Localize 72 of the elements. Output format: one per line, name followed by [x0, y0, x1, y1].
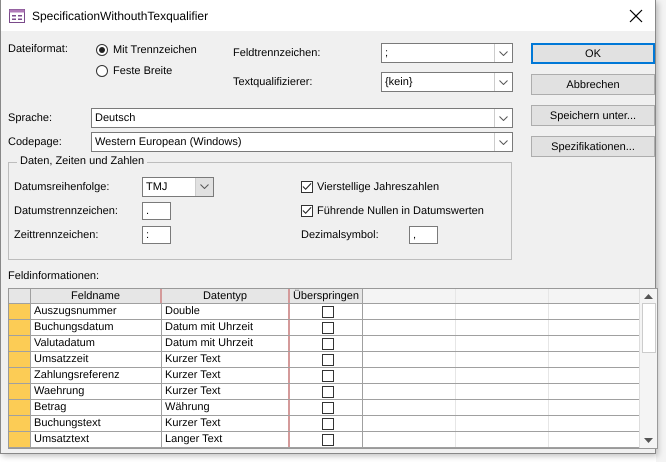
- close-icon[interactable]: [629, 8, 643, 22]
- skip-checkbox[interactable]: [322, 322, 334, 334]
- table-cell: Währung: [162, 400, 290, 415]
- dialog-button[interactable]: Abbrechen: [531, 74, 655, 95]
- field-delimiter-dropdown[interactable]: ;: [381, 43, 513, 63]
- chevron-down-icon[interactable]: [499, 140, 508, 144]
- file-format-label: Dateiformat:: [8, 43, 69, 55]
- table-cell: Valutadatum: [31, 336, 162, 351]
- text-qualifier-dropdown[interactable]: {kein}: [381, 72, 513, 92]
- checkbox-label: Führende Nullen in Datumswerten: [317, 204, 484, 216]
- skip-checkbox[interactable]: [322, 402, 334, 414]
- table-cell: Double: [162, 304, 290, 319]
- field-delimiter-label: Feldtrennzeichen:: [233, 47, 322, 59]
- table-cell: Buchungsdatum: [31, 320, 162, 335]
- skip-checkbox[interactable]: [322, 354, 334, 366]
- table-cell: Umsatzzeit: [31, 352, 162, 367]
- language-label: Sprache:: [8, 112, 54, 124]
- column-header[interactable]: Feldname: [31, 289, 162, 303]
- table-cell: Auszugsnummer: [31, 304, 162, 319]
- table-cell: Kurzer Text: [162, 384, 290, 399]
- dialog-button[interactable]: Speichern unter...: [531, 105, 655, 126]
- chevron-down-icon[interactable]: [499, 50, 508, 56]
- date-delimiter-field[interactable]: .: [142, 202, 171, 220]
- radio-button[interactable]: [96, 65, 108, 77]
- group-title: Daten, Zeiten und Zahlen: [17, 155, 148, 167]
- field-info-label: Feldinformationen:: [8, 270, 100, 284]
- checkbox[interactable]: [301, 180, 313, 192]
- vertical-scrollbar[interactable]: [639, 289, 657, 448]
- table-cell: Zahlungsreferenz: [31, 368, 162, 383]
- radio-label: Mit Trennzeichen: [113, 44, 197, 56]
- table-cell: Buchungstext: [31, 416, 162, 431]
- table-cell: Betrag: [31, 400, 162, 415]
- radio-button[interactable]: [96, 44, 108, 56]
- table-cell: Datum mit Uhrzeit: [162, 336, 290, 351]
- time-delimiter-label: Zeittrennzeichen:: [14, 228, 100, 240]
- checkbox[interactable]: [301, 204, 313, 216]
- codepage-label: Codepage:: [8, 136, 63, 148]
- date-order-dropdown[interactable]: TMJ: [142, 176, 214, 196]
- date-delimiter-label: Datumstrennzeichen:: [14, 204, 119, 216]
- table-cell: Kurzer Text: [162, 352, 290, 367]
- skip-checkbox[interactable]: [322, 418, 334, 430]
- radio-label: Feste Breite: [113, 65, 172, 77]
- scroll-up-icon[interactable]: [644, 294, 653, 299]
- time-delimiter-field[interactable]: :: [142, 226, 171, 244]
- dialog-button[interactable]: OK: [531, 43, 655, 64]
- date-order-label: Datumsreihenfolge:: [14, 180, 110, 192]
- scroll-thumb[interactable]: [642, 303, 656, 353]
- text-qualifier-label: Textqualifizierer:: [233, 76, 314, 88]
- skip-checkbox[interactable]: [322, 370, 334, 382]
- table-cell: Datum mit Uhrzeit: [162, 320, 290, 335]
- table-cell: Waehrung: [31, 384, 162, 399]
- skip-checkbox[interactable]: [322, 338, 334, 350]
- chevron-down-icon[interactable]: [499, 116, 508, 120]
- table-cell: Umsatztext: [31, 432, 162, 447]
- checkbox-label: Vierstellige Jahreszahlen: [317, 180, 440, 192]
- skip-checkbox[interactable]: [322, 306, 334, 318]
- form-icon: [9, 8, 25, 22]
- chevron-down-icon[interactable]: [499, 80, 508, 84]
- language-dropdown[interactable]: Deutsch: [91, 108, 513, 128]
- skip-checkbox[interactable]: [322, 434, 334, 446]
- skip-checkbox[interactable]: [322, 386, 334, 398]
- window-title: SpecificationWithouthTexqualifier: [32, 8, 210, 22]
- codepage-dropdown[interactable]: Western European (Windows): [91, 132, 513, 152]
- decimal-symbol-field[interactable]: ,: [409, 226, 438, 244]
- table-cell: Kurzer Text: [162, 368, 290, 383]
- decimal-symbol-label: Dezimalsymbol:: [301, 228, 380, 240]
- chevron-down-icon[interactable]: [200, 184, 209, 189]
- table-cell: Langer Text: [162, 432, 290, 447]
- dialog-button[interactable]: Spezifikationen...: [531, 136, 655, 157]
- scroll-down-icon[interactable]: [644, 438, 653, 443]
- column-header[interactable]: Datentyp: [162, 289, 290, 303]
- table-cell: Kurzer Text: [162, 416, 290, 431]
